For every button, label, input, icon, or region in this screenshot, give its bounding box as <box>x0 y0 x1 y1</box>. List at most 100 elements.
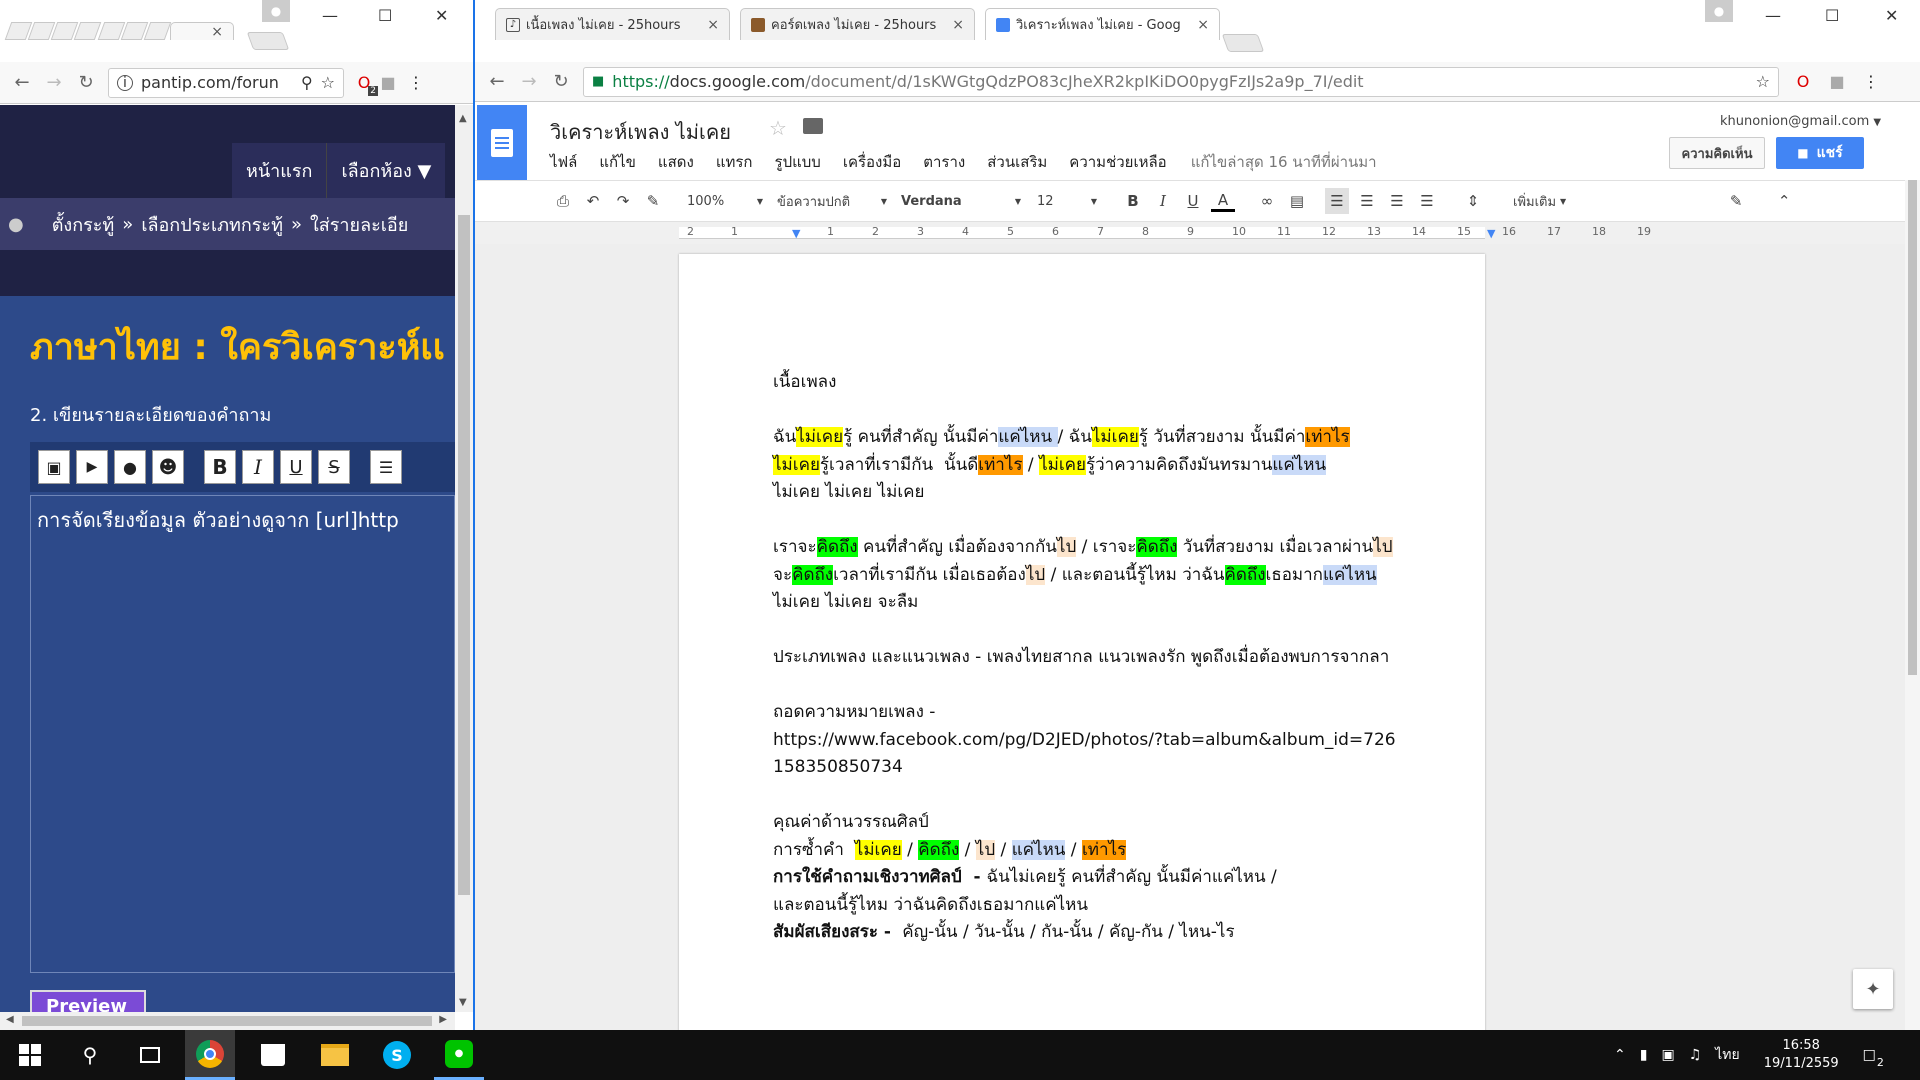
emoji-icon[interactable]: ☻ <box>152 450 184 484</box>
comments-button[interactable]: ความคิดเห็น <box>1669 137 1765 169</box>
camera-icon[interactable]: ▣ <box>38 450 70 484</box>
battery-icon[interactable]: ▮ <box>1640 1047 1648 1063</box>
menu-dots-icon[interactable]: ⋮ <box>1859 72 1883 91</box>
minimize-icon[interactable]: — <box>322 6 338 25</box>
tab-group-stub[interactable] <box>4 22 172 40</box>
left-horizontal-scrollbar[interactable]: ◀ ▶ <box>0 1012 455 1030</box>
doc-line[interactable]: ไม่เคย ไม่เคย จะลืม <box>773 589 1473 617</box>
maximize-icon[interactable]: ☐ <box>1825 6 1839 25</box>
doc-blank-line[interactable] <box>773 397 1473 425</box>
left-indent-marker[interactable]: ▼ <box>792 227 800 240</box>
back-icon[interactable]: ← <box>481 71 513 92</box>
user-icon[interactable]: ● <box>262 0 290 22</box>
left-address-bar[interactable]: i pantip.com/forun ⚲ ☆ <box>108 67 344 98</box>
bookmark-star-icon[interactable]: ☆ <box>321 73 335 92</box>
doc-line[interactable]: ฉันไม่เคยรู้ คนที่สำคัญ นั้นมีค่าแค่ไหน … <box>773 424 1473 452</box>
strikethrough-button[interactable]: S <box>318 450 350 484</box>
reload-icon[interactable]: ↻ <box>545 71 577 92</box>
comment-icon[interactable]: ▤ <box>1285 188 1309 214</box>
right-indent-marker[interactable]: ▼ <box>1487 227 1495 240</box>
doc-line[interactable]: ประเภทเพลง และแนวเพลง - เพลงไทยสากล แนวเ… <box>773 644 1473 672</box>
input-language[interactable]: ไทย <box>1715 1044 1739 1066</box>
italic-button[interactable]: I <box>242 450 274 484</box>
forward-icon[interactable]: → <box>513 71 545 92</box>
breadcrumb-step-1[interactable]: ตั้งกระทู้ <box>52 210 115 239</box>
clock[interactable]: 16:58 19/11/2559 <box>1764 1037 1839 1073</box>
store-icon[interactable] <box>248 1030 298 1080</box>
user-icon[interactable]: ● <box>1705 0 1733 22</box>
more-button[interactable]: เพิ่มเติม ▼ <box>1513 188 1566 214</box>
nav-rooms[interactable]: เลือกห้อง ▼ <box>326 143 445 198</box>
doc-line[interactable]: สัมผัสเสียงสระ - คัญ-นั้น / วัน-นั้น / ก… <box>773 919 1473 947</box>
doc-blank-line[interactable] <box>773 507 1473 535</box>
doc-line[interactable]: เนื้อเพลง <box>773 369 1473 397</box>
map-pin-icon[interactable]: ● <box>114 450 146 484</box>
doc-body[interactable]: เนื้อเพลง ฉันไม่เคยรู้ คนที่สำคัญ นั้นมี… <box>773 369 1473 947</box>
doc-line[interactable]: คุณค่าด้านวรรณศิลป์ <box>773 809 1473 837</box>
menu-view[interactable]: แสดง <box>658 150 694 174</box>
extension-icon[interactable]: ■ <box>1825 72 1849 91</box>
justify-icon[interactable]: ☰ <box>1415 188 1439 214</box>
style-select[interactable]: ข้อความปกติ ▼ <box>777 188 887 214</box>
info-icon[interactable]: i <box>117 74 133 91</box>
doc-title[interactable]: วิเคราะห์เพลง ไม่เคย <box>550 116 731 148</box>
font-select[interactable]: Verdana ▼ <box>901 188 1021 214</box>
bookmark-star-icon[interactable]: ☆ <box>1756 72 1770 91</box>
file-explorer-icon[interactable] <box>310 1030 360 1080</box>
task-view-icon[interactable] <box>125 1030 175 1080</box>
doc-vertical-scrollbar[interactable] <box>1905 180 1920 1030</box>
underline-button[interactable]: U <box>280 450 312 484</box>
tab-close-icon[interactable]: × <box>211 24 223 40</box>
menu-addons[interactable]: ส่วนเสริม <box>987 150 1047 174</box>
collapse-icon[interactable]: ⌃ <box>1772 188 1796 214</box>
tab-close-icon[interactable]: × <box>1197 17 1209 33</box>
bold-icon[interactable]: B <box>1121 188 1145 214</box>
reload-icon[interactable]: ↻ <box>70 72 102 93</box>
text-color-icon[interactable]: A <box>1211 190 1235 212</box>
extension-icon[interactable]: ■ <box>376 73 400 92</box>
doc-line[interactable]: ไม่เคย ไม่เคย ไม่เคย <box>773 479 1473 507</box>
left-tab-active[interactable]: × <box>170 22 234 40</box>
line-icon[interactable]: ● <box>434 1030 484 1080</box>
doc-line[interactable]: และตอนนี้รู้ไหม ว่าฉันคิดถึงเธอมากแค่ไหน <box>773 892 1473 920</box>
align-icon[interactable]: ☰ <box>370 450 402 484</box>
star-icon[interactable]: ☆ <box>769 116 787 140</box>
doc-line[interactable]: การซ้ำคำ ไม่เคย / คิดถึง / ไป / แค่ไหน /… <box>773 837 1473 865</box>
doc-blank-line[interactable] <box>773 617 1473 645</box>
line-spacing-icon[interactable]: ⇕ <box>1461 188 1485 214</box>
zoom-select[interactable]: 100% ▼ <box>687 188 763 214</box>
scrollbar-thumb[interactable] <box>458 215 470 895</box>
doc-line[interactable]: https://www.facebook.com/pg/D2JED/photos… <box>773 727 1473 755</box>
chrome-taskbar-icon[interactable] <box>185 1030 235 1080</box>
menu-tools[interactable]: เครื่องมือ <box>843 150 901 174</box>
menu-dots-icon[interactable]: ⋮ <box>404 73 428 92</box>
ruler[interactable]: 2 1 1 2 3 4 5 6 7 8 9 10 11 12 13 14 15 16 17 18 19 ▼ ▼ <box>475 222 1905 244</box>
start-button[interactable] <box>5 1030 55 1080</box>
close-icon[interactable]: ✕ <box>435 6 448 25</box>
new-tab-button[interactable] <box>246 32 290 50</box>
align-right-icon[interactable]: ☰ <box>1385 188 1409 214</box>
align-left-icon[interactable]: ☰ <box>1325 188 1349 214</box>
right-address-bar[interactable]: ■ https://docs.google.com/document/d/1sK… <box>583 66 1779 97</box>
size-select[interactable]: 12 ▼ <box>1037 188 1097 214</box>
italic-icon[interactable]: I <box>1151 188 1175 214</box>
minimize-icon[interactable]: — <box>1765 6 1781 25</box>
link-icon[interactable]: ∞ <box>1255 188 1279 214</box>
menu-insert[interactable]: แทรก <box>716 150 753 174</box>
maximize-icon[interactable]: ☐ <box>378 6 392 25</box>
underline-icon[interactable]: U <box>1181 188 1205 214</box>
tab-gdoc[interactable]: วิเคราะห์เพลง ไม่เคย - Goog × <box>985 8 1220 40</box>
account-email[interactable]: khunonion@gmail.com ▼ <box>1720 114 1881 129</box>
last-edit-status[interactable]: แก้ไขล่าสุด 16 นาทีที่ผ่านมา <box>1191 150 1377 174</box>
zoom-icon[interactable]: ⚲ <box>301 73 313 92</box>
doc-line[interactable]: การใช้คำถามเชิงวาทศิลป์ - ฉันไม่เคยรู้ ค… <box>773 864 1473 892</box>
breadcrumb-step-2[interactable]: เลือกประเภทกระทู้ <box>141 210 283 239</box>
doc-blank-line[interactable] <box>773 672 1473 700</box>
explore-button[interactable]: ✦ <box>1853 969 1893 1009</box>
menu-file[interactable]: ไฟล์ <box>550 150 577 174</box>
doc-line[interactable]: จะคิดถึงเวลาที่เรามีกัน เมื่อเธอต้องไป /… <box>773 562 1473 590</box>
editor-textarea[interactable]: การจัดเรียงข้อมูล ตัวอย่างดูจาก [url]htt… <box>30 495 455 973</box>
volume-icon[interactable]: ♫ <box>1689 1047 1702 1063</box>
tab-lyrics[interactable]: ♪ เนื้อเพลง ไม่เคย - 25hours × <box>495 8 730 40</box>
doc-line[interactable]: เราจะคิดถึง คนที่สำคัญ เมื่อต้องจากกันไป… <box>773 534 1473 562</box>
